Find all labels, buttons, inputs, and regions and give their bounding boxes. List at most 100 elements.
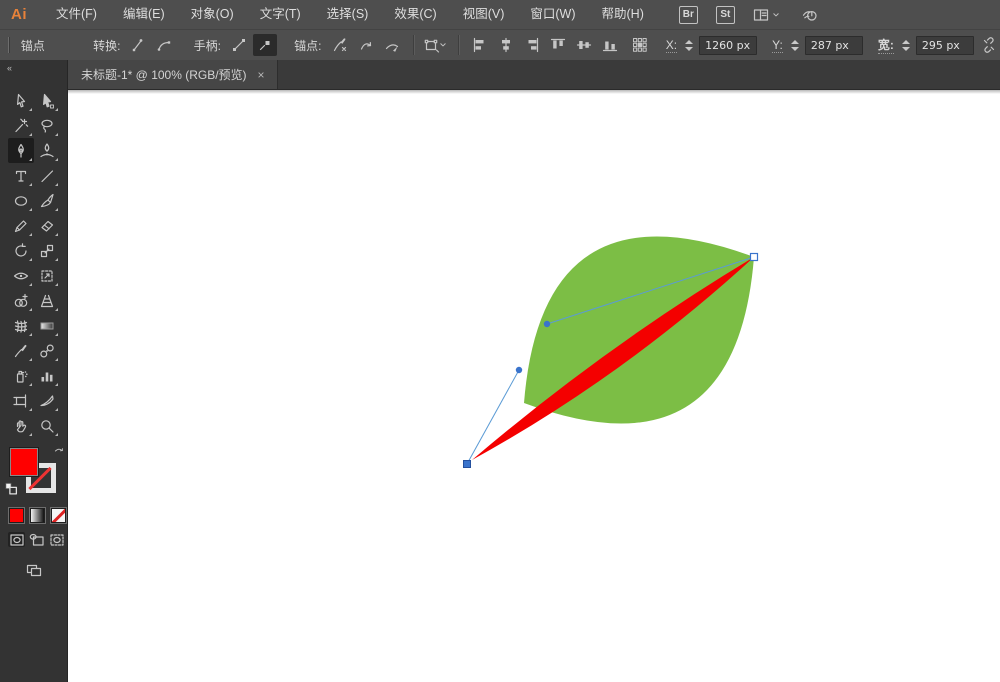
pencil-tool[interactable] (8, 213, 34, 238)
align-bottom-button[interactable] (598, 34, 622, 56)
align-right-button[interactable] (520, 34, 544, 56)
direct-selection-tool-icon (39, 93, 55, 109)
connect-path-button[interactable] (354, 34, 378, 56)
fill-swatch[interactable] (9, 447, 39, 477)
menu-items: 文件(F) 编辑(E) 对象(O) 文字(T) 选择(S) 效果(C) 视图(V) 窗口(W)… (43, 0, 657, 29)
none-button[interactable] (51, 508, 66, 523)
paintbrush-tool[interactable] (34, 188, 60, 213)
mesh-tool[interactable] (8, 313, 34, 338)
align-top-button[interactable] (546, 34, 570, 56)
menu-item[interactable]: 选择(S) (314, 0, 382, 29)
swap-fill-stroke-icon[interactable] (53, 446, 66, 459)
bezier-handle-dot[interactable] (515, 366, 523, 374)
menu-item[interactable]: 帮助(H) (589, 0, 657, 29)
menu-item[interactable]: 文件(F) (43, 0, 110, 29)
default-swatches-icon[interactable] (5, 482, 18, 495)
color-fill-button[interactable] (9, 508, 24, 523)
y-stepper[interactable] (790, 36, 802, 54)
pen-tool[interactable] (7, 138, 34, 163)
blend-tool[interactable] (34, 338, 60, 363)
anchor-point-selected[interactable] (463, 460, 471, 468)
collapse-chevrons-icon[interactable]: « (0, 60, 67, 76)
align-middle-button[interactable] (572, 34, 596, 56)
constrain-proportions-button[interactable] (980, 34, 999, 56)
menu-item[interactable]: 编辑(E) (110, 0, 178, 29)
hide-handles-button[interactable] (253, 34, 277, 56)
draw-behind-button[interactable] (28, 532, 45, 547)
bridge-button[interactable]: Br (678, 5, 698, 24)
bezier-handle-line (466, 369, 520, 465)
stock-button[interactable]: St (715, 5, 735, 24)
selection-tool[interactable] (8, 88, 34, 113)
anchor-buttons (327, 34, 405, 56)
menu-item[interactable]: 视图(V) (450, 0, 518, 29)
rotate-tool-icon (13, 242, 29, 259)
workspace-switcher[interactable] (753, 7, 781, 23)
canvas[interactable] (68, 90, 1000, 682)
align-center-h-icon (498, 37, 514, 53)
anchors-label: 锚点: (294, 38, 322, 53)
pencil-tool-icon (13, 218, 29, 234)
shape-builder-tool[interactable] (8, 288, 34, 313)
draw-normal-button[interactable] (8, 532, 25, 547)
menu-item[interactable]: 对象(O) (178, 0, 247, 29)
free-transform-tool[interactable] (34, 263, 60, 288)
document-area: 未标题-1* @ 100% (RGB/预览) × (68, 60, 1000, 682)
x-input[interactable] (699, 35, 758, 55)
show-handles-button[interactable] (227, 34, 251, 56)
x-label[interactable]: X: (665, 38, 678, 53)
artboard-tool[interactable] (8, 388, 34, 413)
rotate-tool[interactable] (8, 238, 34, 263)
type-tool[interactable] (8, 163, 34, 188)
menu-item[interactable]: 窗口(W) (517, 0, 588, 29)
document-tab[interactable]: 未标题-1* @ 100% (RGB/预览) × (68, 60, 278, 89)
close-icon[interactable]: × (258, 69, 265, 81)
menu-bar-right: Br St (678, 5, 821, 25)
align-center-button[interactable] (494, 34, 518, 56)
panel-grip[interactable] (8, 37, 9, 53)
symbol-sprayer-tool[interactable] (8, 363, 34, 388)
eyedropper-tool[interactable] (8, 338, 34, 363)
scale-tool[interactable] (34, 238, 60, 263)
width-tool[interactable] (8, 263, 34, 288)
width-input[interactable] (915, 35, 974, 55)
zoom-tool[interactable] (34, 413, 60, 438)
anchor-point[interactable] (749, 252, 759, 262)
lasso-tool[interactable] (34, 113, 60, 138)
menu-item[interactable]: 文字(T) (247, 0, 314, 29)
y-label[interactable]: Y: (772, 38, 783, 53)
publish-icon[interactable] (799, 5, 821, 25)
direct-selection-tool[interactable] (34, 88, 60, 113)
magic-wand-tool[interactable] (8, 113, 34, 138)
screen-mode-icon[interactable] (23, 560, 45, 580)
width-label[interactable]: 宽: (877, 36, 894, 54)
gradient-tool-icon (39, 318, 55, 334)
gradient-tool[interactable] (34, 313, 60, 338)
gradient-button[interactable] (30, 508, 45, 523)
hand-tool[interactable] (8, 413, 34, 438)
y-field-group: Y: (767, 35, 863, 55)
slice-tool[interactable] (34, 388, 60, 413)
bezier-handle-dot[interactable] (543, 320, 551, 328)
draw-inside-button[interactable] (48, 532, 65, 547)
curvature-tool[interactable] (34, 138, 60, 163)
zoom-tool-icon (39, 418, 55, 434)
reference-point-button[interactable] (631, 34, 650, 56)
line-segment-tool[interactable] (34, 163, 60, 188)
x-stepper[interactable] (685, 36, 696, 54)
align-left-button[interactable] (468, 34, 492, 56)
cut-path-button[interactable] (328, 34, 352, 56)
smooth-path-button[interactable] (380, 34, 404, 56)
convert-corner-icon (130, 37, 146, 53)
convert-to-smooth-button[interactable] (152, 34, 176, 56)
perspective-grid-tool[interactable] (34, 288, 60, 313)
ellipse-tool[interactable] (8, 188, 34, 213)
drawing-mode-row (0, 532, 67, 547)
width-stepper[interactable] (901, 36, 913, 54)
y-input[interactable] (804, 35, 863, 55)
eraser-tool[interactable] (34, 213, 60, 238)
bounding-box-button[interactable] (422, 34, 449, 56)
menu-item[interactable]: 效果(C) (381, 0, 449, 29)
convert-to-corner-button[interactable] (126, 34, 150, 56)
column-graph-tool[interactable] (34, 363, 60, 388)
